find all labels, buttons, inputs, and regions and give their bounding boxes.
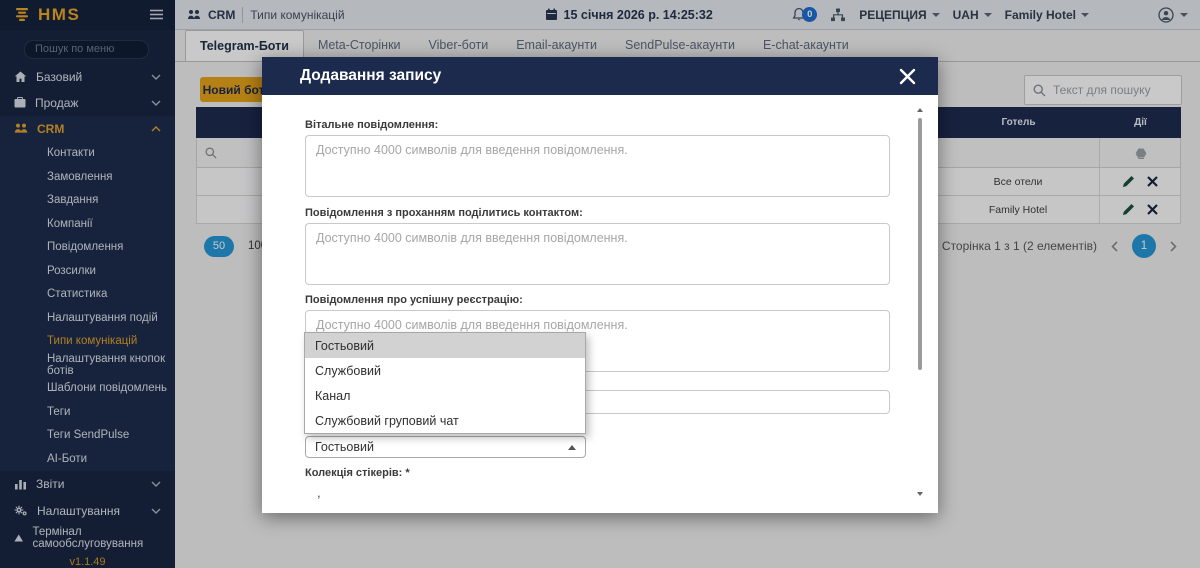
add-record-modal: Додавання запису Вітальне повідомлення: …	[262, 57, 938, 513]
type-select[interactable]: Гостьовий	[305, 436, 586, 458]
option-channel[interactable]: Канал	[305, 383, 585, 408]
registration-success-message-label: Повідомлення про успішну реєстрацію:	[305, 294, 523, 306]
sticker-collection-value[interactable]: ,	[317, 485, 321, 500]
welcome-message-textarea[interactable]	[305, 135, 890, 197]
scrollbar-thumb[interactable]	[918, 118, 922, 370]
chevron-up-icon	[568, 445, 576, 450]
type-select-value: Гостьовий	[315, 440, 374, 454]
option-service[interactable]: Службовий	[305, 358, 585, 383]
type-dropdown-list: Гостьовий Службовий Канал Службовий груп…	[304, 332, 586, 434]
option-service-group-chat[interactable]: Службовий груповий чат	[305, 408, 585, 433]
modal-scrollbar[interactable]	[915, 108, 925, 496]
scroll-down-icon[interactable]	[917, 492, 923, 496]
modal-title: Додавання запису	[300, 67, 441, 85]
modal-body: Вітальне повідомлення: Повідомлення з пр…	[262, 95, 938, 513]
sticker-collection-label: Колекція стікерів: *	[305, 467, 410, 479]
welcome-message-label: Вітальне повідомлення:	[305, 119, 438, 131]
share-contact-message-textarea[interactable]	[305, 223, 890, 285]
modal-header: Додавання запису	[262, 57, 938, 95]
close-icon[interactable]	[899, 68, 916, 85]
option-guest[interactable]: Гостьовий	[305, 333, 585, 358]
share-contact-message-label: Повідомлення з проханням поділитись конт…	[305, 207, 583, 219]
scroll-up-icon[interactable]	[917, 108, 923, 112]
